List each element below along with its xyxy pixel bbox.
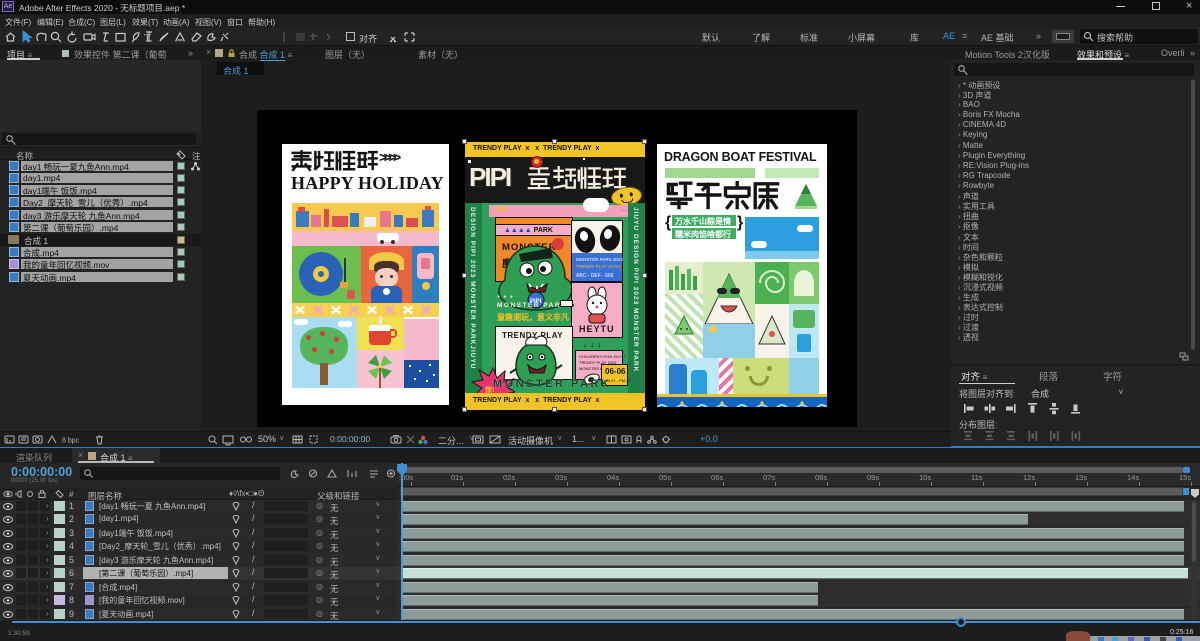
svg-text:T: T [144,32,151,44]
svg-text:8 bpc: 8 bpc [62,438,80,445]
